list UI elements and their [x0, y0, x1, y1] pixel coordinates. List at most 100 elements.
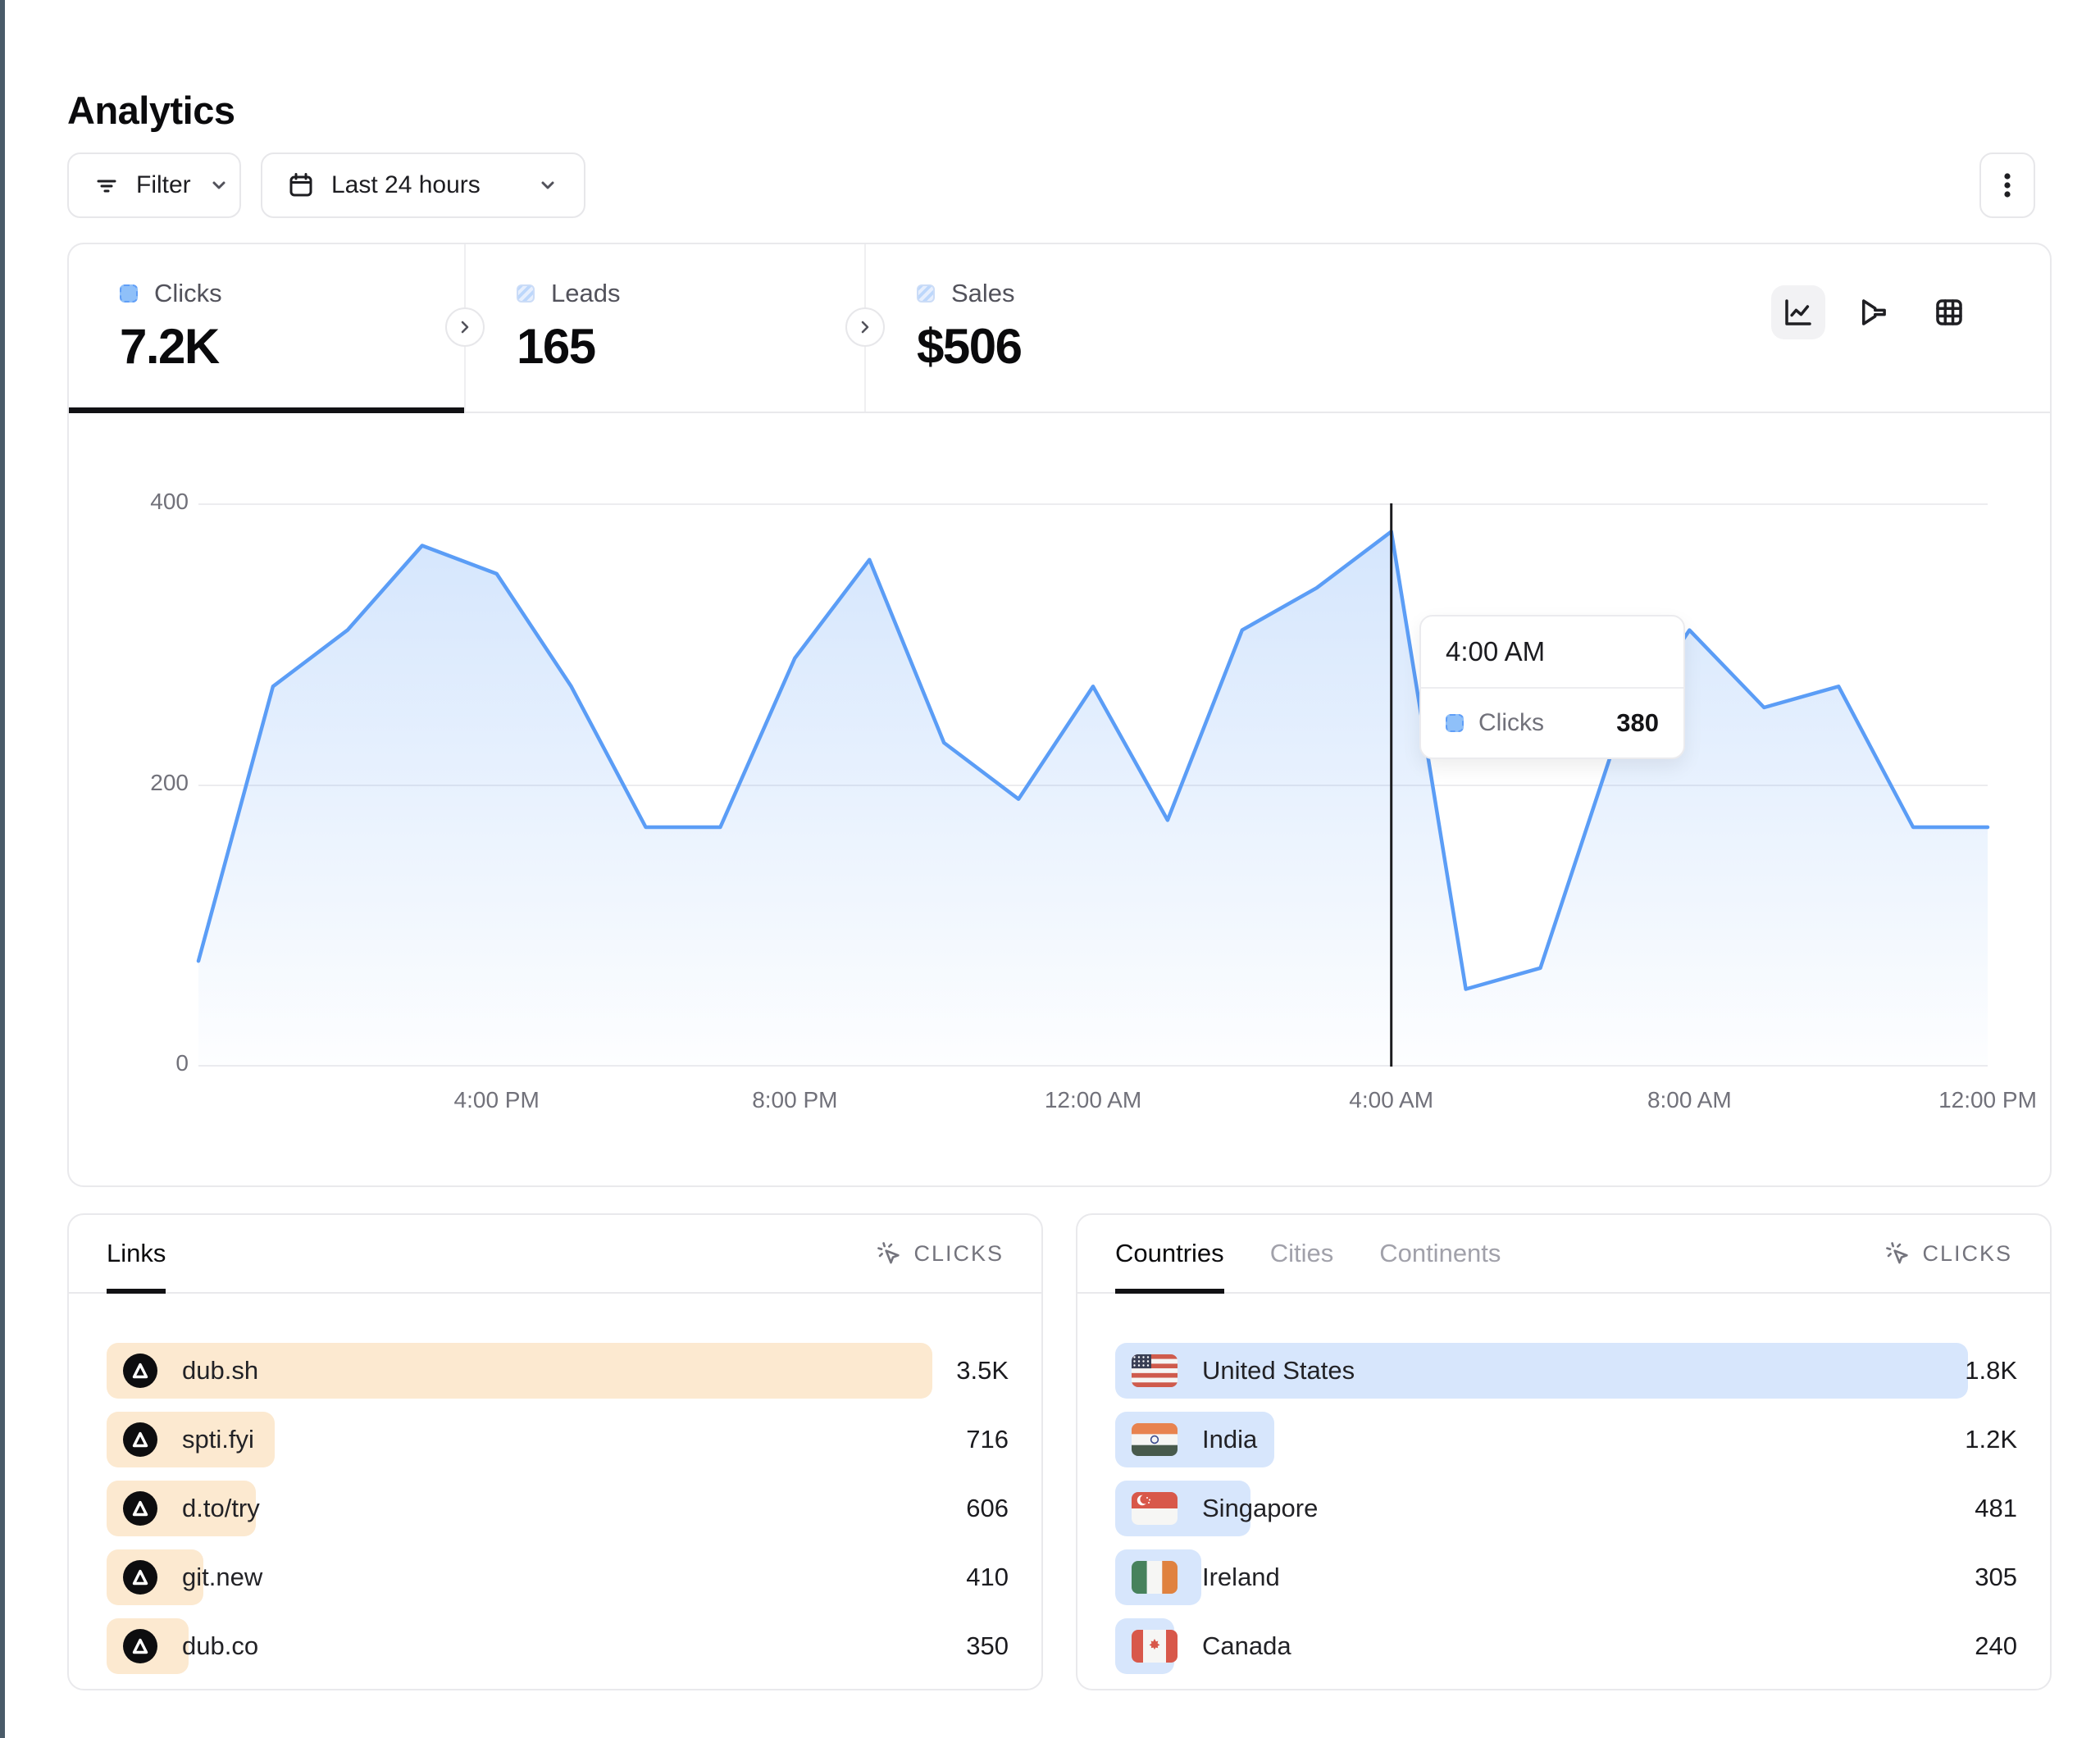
- sales-swatch-icon: [917, 284, 935, 303]
- filter-button[interactable]: Filter: [67, 152, 241, 218]
- leads-swatch-icon: [517, 284, 535, 303]
- stat-label: Sales: [951, 279, 1015, 308]
- flag-us-icon: [1132, 1354, 1178, 1387]
- cursor-click-icon: [1884, 1240, 1911, 1267]
- filter-button-label: Filter: [136, 171, 191, 199]
- clicks-value: 305: [1975, 1549, 2017, 1605]
- x-axis-tick: 4:00 AM: [1318, 1087, 1465, 1113]
- clicks-swatch-icon: [120, 284, 138, 303]
- row-label: spti.fyi: [182, 1425, 254, 1454]
- stat-value-leads: 165: [517, 318, 864, 375]
- row-label: dub.co: [182, 1631, 258, 1661]
- countries-list: United States 1.8K India 1.2K Singapore 481 Ir…: [1077, 1294, 2050, 1674]
- calendar-icon: [287, 171, 315, 199]
- chart-tooltip: 4:00 AM Clicks 380: [1419, 615, 1685, 759]
- cursor-click-icon: [876, 1240, 902, 1267]
- dub-logo-icon: [123, 1560, 157, 1595]
- clicks-value: 1.2K: [1965, 1412, 2017, 1467]
- row-label: Ireland: [1202, 1563, 1280, 1592]
- x-axis-tick: 8:00 PM: [721, 1087, 868, 1113]
- row-label: git.new: [182, 1563, 262, 1592]
- dub-logo-icon: [123, 1354, 157, 1388]
- links-panel-header: Links CLICKS: [69, 1215, 1041, 1294]
- line-chart-icon: [1781, 295, 1815, 330]
- countries-metric-header[interactable]: CLICKS: [1884, 1215, 2012, 1292]
- row-label: Singapore: [1202, 1494, 1318, 1523]
- tooltip-value: 380: [1616, 708, 1659, 738]
- countries-panel-header: Countries Cities Continents CLICKS: [1077, 1215, 2050, 1294]
- row-label: United States: [1202, 1356, 1355, 1385]
- stat-label: Clicks: [154, 279, 222, 308]
- clicks-value: 606: [966, 1481, 1009, 1536]
- link-row[interactable]: git.new 410: [107, 1549, 1009, 1605]
- stat-tab-leads[interactable]: Leads 165: [466, 244, 866, 412]
- chart-view-toggle: [1771, 285, 1976, 339]
- more-options-button[interactable]: [1979, 152, 2035, 218]
- clicks-value: 240: [1975, 1618, 2017, 1674]
- expand-sales-button[interactable]: [845, 307, 885, 347]
- clicks-value: 1.8K: [1965, 1343, 2017, 1399]
- flag-ca-icon: [1132, 1630, 1178, 1663]
- page-edge-strip: [0, 0, 5, 1738]
- clicks-swatch-icon: [1446, 714, 1464, 732]
- stats-tabs-row: Clicks 7.2K Leads 165 Sales $506: [69, 244, 2050, 413]
- links-metric-header[interactable]: CLICKS: [876, 1215, 1004, 1292]
- stat-label: Leads: [551, 279, 620, 308]
- x-axis-tick: 8:00 AM: [1615, 1087, 1763, 1113]
- funnel-view-button[interactable]: [1847, 285, 1901, 339]
- chevron-down-icon: [536, 174, 559, 197]
- x-axis-tick: 4:00 PM: [423, 1087, 571, 1113]
- clicks-value: 716: [966, 1412, 1009, 1467]
- tab-continents[interactable]: Continents: [1379, 1215, 1501, 1292]
- dub-logo-icon: [123, 1491, 157, 1526]
- dub-logo-icon: [123, 1629, 157, 1663]
- y-axis-tick: 200: [115, 770, 189, 796]
- y-axis-tick: 400: [115, 489, 189, 515]
- country-row[interactable]: India 1.2K: [1115, 1412, 2017, 1467]
- date-range-button[interactable]: Last 24 hours: [261, 152, 585, 218]
- country-row[interactable]: United States 1.8K: [1115, 1343, 2017, 1399]
- tab-cities[interactable]: Cities: [1270, 1215, 1334, 1292]
- tab-countries[interactable]: Countries: [1115, 1215, 1224, 1292]
- flag-ie-icon: [1132, 1561, 1178, 1594]
- chart-area-fill: [198, 531, 1988, 1067]
- flag-sg-icon: [1132, 1492, 1178, 1525]
- active-tab-underline: [69, 407, 464, 413]
- clicks-value: 410: [966, 1549, 1009, 1605]
- filter-icon: [93, 172, 120, 198]
- clicks-value: 481: [1975, 1481, 2017, 1536]
- dub-logo-icon: [123, 1422, 157, 1457]
- line-chart-view-button[interactable]: [1771, 285, 1825, 339]
- tab-links[interactable]: Links: [107, 1215, 166, 1292]
- country-row[interactable]: Canada 240: [1115, 1618, 2017, 1674]
- link-row[interactable]: d.to/try 606: [107, 1481, 1009, 1536]
- row-label: dub.sh: [182, 1356, 258, 1385]
- link-row[interactable]: spti.fyi 716: [107, 1412, 1009, 1467]
- flag-in-icon: [1132, 1423, 1178, 1456]
- row-label: d.to/try: [182, 1494, 260, 1523]
- clicks-value: 3.5K: [956, 1343, 1009, 1399]
- country-row[interactable]: Singapore 481: [1115, 1481, 2017, 1536]
- tooltip-time: 4:00 AM: [1421, 616, 1683, 689]
- date-range-label: Last 24 hours: [331, 171, 481, 199]
- chevron-down-icon: [207, 174, 230, 197]
- tooltip-series-label: Clicks: [1478, 709, 1544, 737]
- page-title: Analytics: [67, 88, 235, 133]
- row-label: India: [1202, 1425, 1257, 1454]
- ellipsis-vertical-icon: [1993, 169, 2021, 202]
- stat-tab-clicks[interactable]: Clicks 7.2K: [69, 244, 466, 412]
- stat-tab-sales[interactable]: Sales $506: [866, 244, 2050, 412]
- x-axis-tick: 12:00 PM: [1914, 1087, 2061, 1113]
- expand-leads-button[interactable]: [445, 307, 485, 347]
- row-label: Canada: [1202, 1631, 1291, 1661]
- links-panel: Links CLICKS dub.sh 3.5K spti.fyi 716 d.to/t…: [67, 1213, 1043, 1690]
- table-view-button[interactable]: [1922, 285, 1976, 339]
- funnel-icon: [1856, 295, 1891, 330]
- clicks-value: 350: [966, 1618, 1009, 1674]
- link-row[interactable]: dub.sh 3.5K: [107, 1343, 1009, 1399]
- links-list: dub.sh 3.5K spti.fyi 716 d.to/try 606 git.new 4…: [69, 1294, 1041, 1674]
- country-row[interactable]: Ireland 305: [1115, 1549, 2017, 1605]
- clicks-area-chart[interactable]: [198, 503, 1988, 1067]
- x-axis-tick: 12:00 AM: [1019, 1087, 1167, 1113]
- link-row[interactable]: dub.co 350: [107, 1618, 1009, 1674]
